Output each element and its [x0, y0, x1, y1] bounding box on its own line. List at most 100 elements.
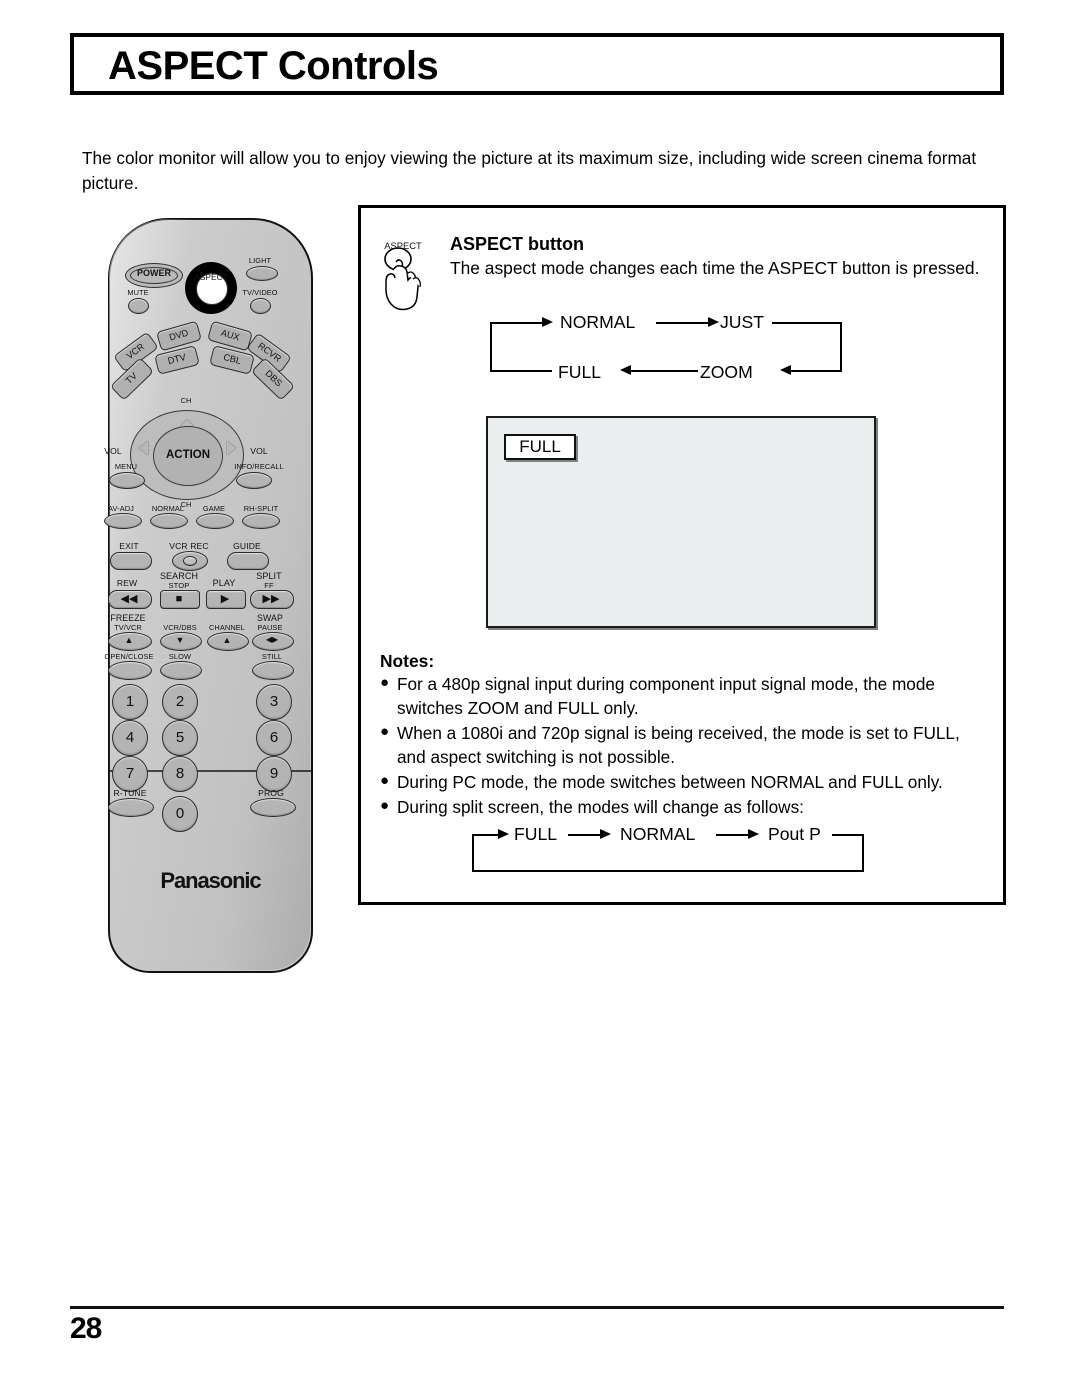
remote-key-5[interactable]: 5 — [162, 720, 198, 756]
remote-key-8[interactable]: 8 — [162, 756, 198, 792]
cycle-line-zoom-full — [628, 370, 698, 373]
vcr-dbs-down-icon: ▼ — [175, 635, 185, 645]
power-label: POWER — [136, 268, 171, 278]
info-recall-label: INFO/RECALL — [234, 462, 284, 471]
channel-up-icon: ▲ — [222, 635, 232, 645]
dpad-right-arrow-icon[interactable] — [227, 441, 236, 455]
remote-menu-button[interactable] — [109, 472, 145, 489]
ch-up-label: CH — [180, 396, 192, 405]
remote-aspect-label: ASPECT — [194, 272, 228, 282]
remote-exit-button[interactable] — [110, 552, 152, 570]
pause-label: PAUSE — [257, 623, 283, 632]
vcr-dbs-label: VCR/DBS — [163, 623, 197, 632]
notes-list: ● For a 480p signal input during compone… — [380, 672, 990, 820]
fast-forward-icon: ▶▶ — [262, 593, 280, 605]
remote-dpad[interactable]: ACTION — [130, 410, 244, 500]
page-title: ASPECT Controls — [108, 44, 439, 88]
cycle-line-full-left — [490, 370, 552, 373]
prog-label: PROG — [258, 788, 284, 798]
split-arrow-into-pout — [748, 829, 759, 839]
panasonic-logo: Panasonic — [160, 868, 261, 893]
cycle-line-right-down — [840, 322, 843, 372]
split-label-full: FULL — [514, 824, 558, 844]
remote-control-illustration: POWER ASPECT LIGHT MUTE TV/VIDEO VCR DVD… — [80, 200, 350, 980]
play-label: PLAY — [212, 578, 236, 588]
remote-r-tune-button[interactable] — [108, 798, 154, 817]
remote-slow-button[interactable] — [160, 661, 202, 680]
note-text: For a 480p signal input during component… — [397, 674, 935, 718]
freeze-label: FREEZE — [110, 613, 146, 623]
section-title: ASPECT button — [450, 234, 584, 254]
split-line-exit — [832, 834, 864, 837]
split-label-pout-p: Pout P — [768, 824, 821, 844]
remote-power-button[interactable]: POWER — [125, 263, 183, 288]
mute-label: MUTE — [127, 288, 149, 297]
aspect-cycle-diagram: NORMAL JUST ZOOM FULL — [480, 312, 850, 392]
remote-aspect-button-highlight[interactable] — [185, 262, 237, 314]
bullet-icon: ● — [380, 723, 390, 740]
r-tune-label: R-TUNE — [113, 788, 147, 798]
note-text: During PC mode, the mode switches betwee… — [397, 772, 943, 792]
swap-icon: ◀▶ — [265, 635, 279, 644]
intro-paragraph: The color monitor will allow you to enjo… — [82, 148, 977, 193]
stop-label: STOP — [168, 581, 190, 590]
dpad-left-arrow-icon[interactable] — [139, 441, 148, 455]
remote-open-close-button[interactable] — [108, 661, 152, 680]
freeze-up-icon: ▲ — [124, 635, 134, 645]
search-label: SEARCH — [159, 571, 199, 581]
remote-key-1[interactable]: 1 — [112, 684, 148, 720]
stop-icon: ■ — [175, 593, 183, 605]
remote-rh-split-button[interactable] — [242, 513, 280, 529]
split-arrow-into-full — [498, 829, 509, 839]
cycle-arrow-into-zoom — [780, 365, 791, 375]
remote-info-recall-button[interactable] — [236, 472, 272, 489]
remote-key-3[interactable]: 3 — [256, 684, 292, 720]
bullet-icon: ● — [380, 772, 390, 789]
ff-label: FF — [264, 581, 274, 590]
split-line-return — [472, 870, 864, 873]
split-label: SPLIT — [256, 571, 282, 581]
cycle-arrow-normal-just — [708, 317, 719, 327]
remote-key-6[interactable]: 6 — [256, 720, 292, 756]
vol-left-label: VOL — [104, 446, 122, 456]
remote-mute-button[interactable] — [128, 298, 149, 314]
remote-action-button[interactable]: ACTION — [153, 426, 223, 486]
note-item: ● When a 1080i and 720p signal is being … — [380, 721, 990, 769]
split-label-normal: NORMAL — [620, 824, 696, 844]
remote-game-button[interactable] — [196, 513, 234, 529]
page-number: 28 — [70, 1312, 102, 1345]
cycle-label-full: FULL — [558, 362, 602, 382]
cycle-line-left-normal — [490, 322, 546, 325]
hand-aspect-caption: ASPECT — [384, 240, 422, 251]
remote-key-4[interactable]: 4 — [112, 720, 148, 756]
hand-press-aspect-icon: ASPECT — [372, 228, 434, 318]
note-item: ● For a 480p signal input during compone… — [380, 672, 990, 720]
notes-heading: Notes: — [380, 651, 435, 671]
remote-av-adj-button[interactable] — [104, 513, 142, 529]
normal-label: NORMAL — [151, 504, 185, 513]
slow-label: SLOW — [168, 652, 192, 661]
note-text: During split screen, the modes will chan… — [397, 797, 804, 817]
remote-key-0[interactable]: 0 — [162, 796, 198, 832]
remote-normal-button[interactable] — [150, 513, 188, 529]
cycle-label-just: JUST — [720, 312, 764, 332]
bullet-icon: ● — [380, 797, 390, 814]
remote-key-2[interactable]: 2 — [162, 684, 198, 720]
cycle-line-right-zoom — [786, 370, 842, 373]
swap-label: SWAP — [257, 613, 283, 623]
remote-key-9[interactable]: 9 — [256, 756, 292, 792]
remote-guide-button[interactable] — [227, 552, 269, 570]
split-arrow-into-normal — [600, 829, 611, 839]
screen-preview: FULL — [486, 416, 876, 628]
remote-light-button[interactable] — [246, 266, 278, 281]
cycle-line-left-up — [490, 322, 493, 372]
remote-tv-video-button[interactable] — [250, 298, 271, 314]
remote-prog-button[interactable] — [250, 798, 296, 817]
tv-video-label: TV/VIDEO — [242, 288, 278, 297]
remote-still-button[interactable] — [252, 661, 294, 680]
open-close-label: OPEN/CLOSE — [104, 652, 154, 661]
vcr-rec-label: VCR REC — [169, 541, 209, 551]
play-icon: ▶ — [220, 593, 230, 605]
still-label: STILL — [261, 652, 283, 661]
remote-key-7[interactable]: 7 — [112, 756, 148, 792]
